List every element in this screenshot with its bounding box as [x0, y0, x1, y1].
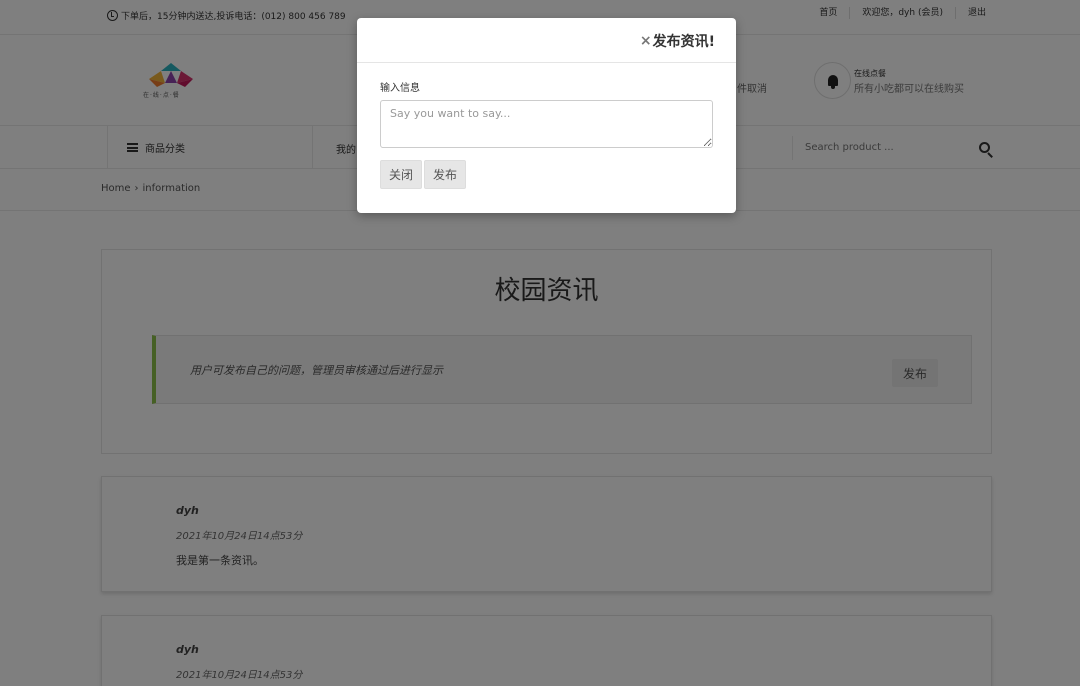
submit-button[interactable]: 发布 [424, 160, 467, 189]
modal-title-text: 发布资讯! [652, 34, 715, 50]
modal-title: × 发布资讯! [640, 31, 715, 51]
input-label: 输入信息 [380, 83, 420, 94]
publish-modal: × 发布资讯! 输入信息 关闭 发布 [357, 18, 736, 213]
close-button[interactable]: 关闭 [380, 160, 423, 189]
modal-header: × 发布资讯! [357, 18, 736, 63]
message-textarea[interactable] [380, 100, 713, 148]
close-icon[interactable]: × [640, 33, 652, 49]
modal-buttons: 关闭 发布 [380, 160, 468, 189]
